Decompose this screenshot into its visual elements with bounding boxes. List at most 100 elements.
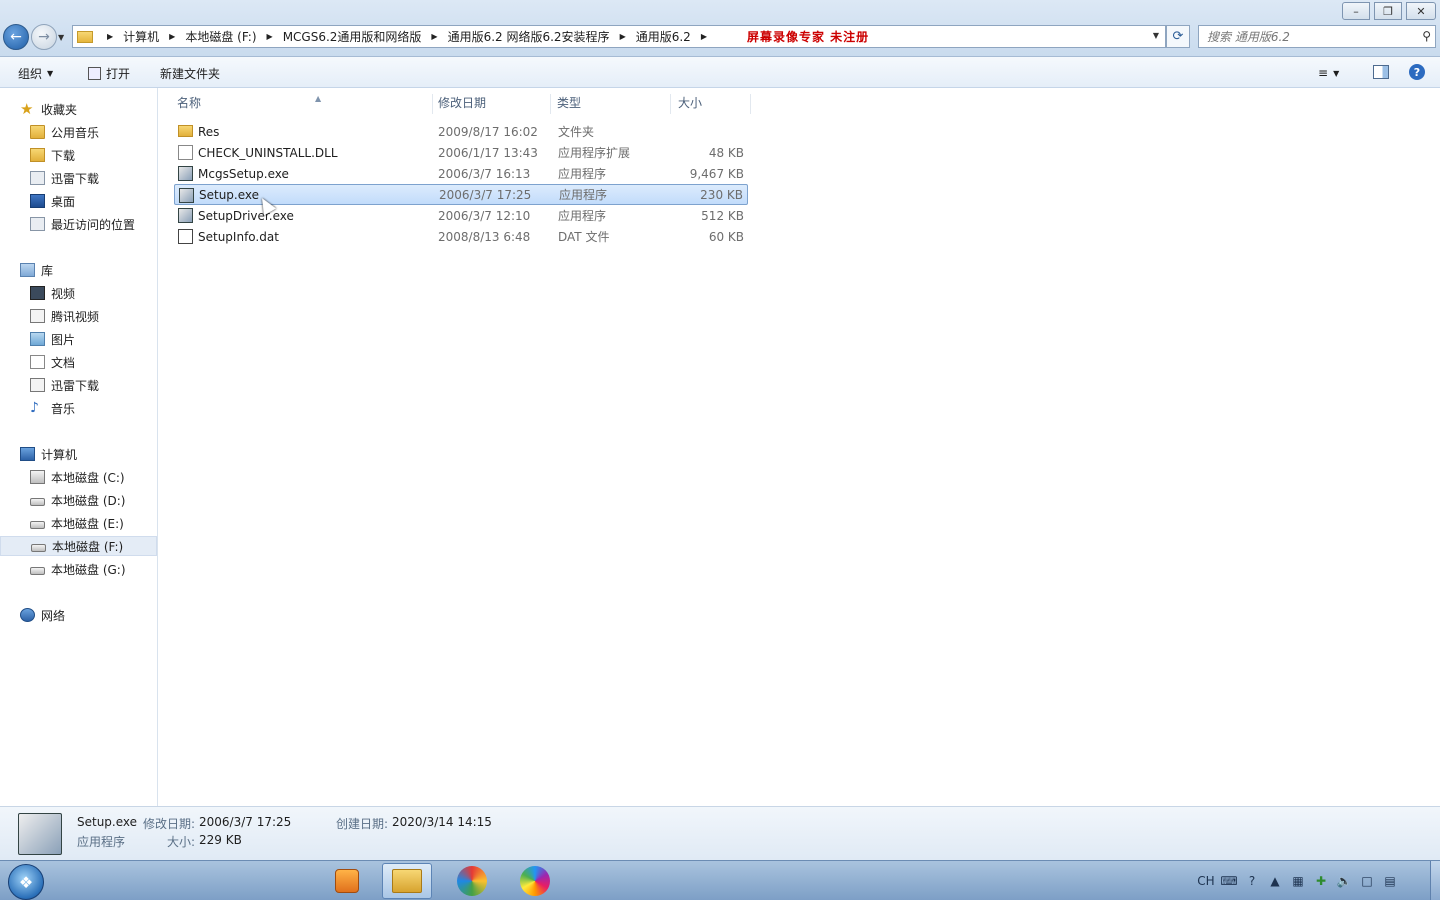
navigation-pane: ★ 收藏夹 公用音乐 下载 迅雷下载 桌面 最近访问的位置 库 视频 腾讯视频 图… xyxy=(0,88,158,806)
nav-item-drive-f[interactable]: 本地磁盘 (F:) xyxy=(0,536,157,556)
action-center-icon[interactable]: ▤ xyxy=(1382,874,1398,888)
input-language-indicator[interactable]: CH xyxy=(1197,874,1214,888)
setup-exe-icon xyxy=(178,166,193,181)
file-list[interactable]: 名称 ▲ 修改日期 类型 大小 Res 2009/8/17 16:02 文件夹 C… xyxy=(159,88,1440,806)
windows-logo-icon: ❖ xyxy=(18,872,34,892)
address-bar[interactable]: ▶ 计算机 ▶ 本地磁盘 (F:) ▶ MCGS6.2通用版和网络版 ▶ 通用版6.2… xyxy=(72,25,1166,48)
change-view-button[interactable]: ≡ ▼ xyxy=(1318,66,1339,80)
folder-icon xyxy=(30,125,45,139)
details-modified-value: 2006/3/7 17:25 xyxy=(199,815,292,829)
recent-pages-dropdown[interactable]: ▼ xyxy=(58,33,64,42)
nav-item-tencent-video[interactable]: 腾讯视频 xyxy=(0,306,157,326)
nav-item-thunder-downloads[interactable]: 迅雷下载 xyxy=(0,168,157,188)
refresh-button[interactable]: ⟳ xyxy=(1166,25,1190,48)
nav-item-desktop[interactable]: 桌面 xyxy=(0,191,157,211)
breadcrumb-chevron-icon[interactable]: ▶ xyxy=(107,32,113,41)
nav-computer[interactable]: 计算机 xyxy=(0,444,157,464)
taskbar-media-player[interactable] xyxy=(322,863,372,899)
hard-drive-icon xyxy=(31,544,46,552)
nav-item-videos[interactable]: 视频 xyxy=(0,283,157,303)
taskbar-360-browser[interactable] xyxy=(447,863,497,899)
window-titlebar: – ❐ ✕ ← → ▼ ▶ 计算机 ▶ 本地磁盘 (F:) ▶ MCGS6.2通用版… xyxy=(0,0,1440,57)
nav-item-drive-d[interactable]: 本地磁盘 (D:) xyxy=(0,490,157,510)
back-button[interactable]: ← xyxy=(3,24,29,50)
nav-item-drive-g[interactable]: 本地磁盘 (G:) xyxy=(0,559,157,579)
view-list-icon: ≡ xyxy=(1318,66,1329,80)
help-button[interactable]: ? xyxy=(1409,64,1425,80)
preview-pane-button[interactable] xyxy=(1373,65,1389,79)
maximize-button[interactable]: ❐ xyxy=(1374,2,1402,20)
column-header-date[interactable]: 修改日期 xyxy=(438,94,551,114)
setup-exe-icon xyxy=(179,188,194,203)
nav-item-lib-thunder-downloads[interactable]: 迅雷下载 xyxy=(0,375,157,395)
desktop-icon xyxy=(30,194,45,208)
breadcrumb-chevron-icon[interactable]: ▶ xyxy=(701,32,707,41)
volume-icon[interactable]: 🔈 xyxy=(1336,874,1352,888)
device-icon[interactable]: ▦ xyxy=(1290,874,1306,888)
nav-libraries[interactable]: 库 xyxy=(0,260,157,280)
help-icon[interactable]: ? xyxy=(1244,874,1260,888)
chrome-icon xyxy=(520,866,550,896)
sort-ascending-icon: ▲ xyxy=(315,94,322,103)
address-dropdown-icon[interactable]: ▼ xyxy=(1153,31,1159,40)
nav-item-documents[interactable]: 文档 xyxy=(0,352,157,372)
security-shield-icon[interactable]: ✚ xyxy=(1313,874,1329,888)
file-row-check-uninstall-dll[interactable]: CHECK_UNINSTALL.DLL 2006/1/17 13:43 应用程序… xyxy=(174,142,748,163)
start-button[interactable]: ❖ xyxy=(8,864,44,900)
file-row-mcgssetup-exe[interactable]: McgsSetup.exe 2006/3/7 16:13 应用程序 9,467 … xyxy=(174,163,748,184)
details-created-label: 创建日期: xyxy=(336,817,389,831)
breadcrumb-chevron-icon[interactable]: ▶ xyxy=(169,32,175,41)
breadcrumb-chevron-icon[interactable]: ▶ xyxy=(267,32,273,41)
forward-button[interactable]: → xyxy=(31,24,57,50)
breadcrumb-installer[interactable]: 通用版6.2 网络版6.2安装程序 ▶ xyxy=(448,28,636,45)
search-input[interactable]: 搜索 通用版6.2 ⚲ xyxy=(1198,25,1436,48)
show-desktop-button[interactable] xyxy=(1430,861,1440,900)
breadcrumb-mcgs[interactable]: MCGS6.2通用版和网络版 ▶ xyxy=(283,28,448,45)
nav-item-drive-e[interactable]: 本地磁盘 (E:) xyxy=(0,513,157,533)
breadcrumb-chevron-icon[interactable]: ▶ xyxy=(431,32,437,41)
show-hidden-icons-icon[interactable]: ▲ xyxy=(1267,874,1283,888)
column-header-size[interactable]: 大小 xyxy=(678,94,751,114)
open-button[interactable]: 打开 xyxy=(88,65,130,82)
folder-icon xyxy=(178,125,193,137)
browser-360-icon xyxy=(457,866,487,896)
details-created-value: 2020/3/14 14:15 xyxy=(392,815,492,829)
thunder-download-icon xyxy=(30,378,45,392)
network-status-icon[interactable]: □ xyxy=(1359,874,1375,888)
nav-item-public-music[interactable]: 公用音乐 xyxy=(0,122,157,142)
nav-item-music[interactable]: ♪ 音乐 xyxy=(0,398,157,418)
hard-drive-icon xyxy=(30,567,45,575)
search-icon[interactable]: ⚲ xyxy=(1422,29,1431,43)
breadcrumb-chevron-icon[interactable]: ▶ xyxy=(620,32,626,41)
column-header-name[interactable]: 名称 ▲ xyxy=(177,94,433,114)
libraries-icon xyxy=(20,263,35,277)
close-button[interactable]: ✕ xyxy=(1406,2,1436,20)
breadcrumb-drive-f[interactable]: 本地磁盘 (F:) ▶ xyxy=(185,28,282,45)
chevron-down-icon: ▼ xyxy=(47,69,54,78)
folder-icon xyxy=(77,30,93,43)
taskbar-chrome[interactable] xyxy=(510,863,560,899)
new-folder-button[interactable]: 新建文件夹 xyxy=(160,65,220,82)
nav-favorites[interactable]: ★ 收藏夹 xyxy=(0,99,157,119)
chevron-down-icon: ▼ xyxy=(1333,68,1340,78)
breadcrumb-current[interactable]: 通用版6.2 ▶ xyxy=(636,28,717,45)
file-row-res[interactable]: Res 2009/8/17 16:02 文件夹 xyxy=(174,121,748,142)
nav-network[interactable]: 网络 xyxy=(0,605,157,625)
column-header-type[interactable]: 类型 xyxy=(557,94,671,114)
breadcrumb-computer[interactable]: 计算机 ▶ xyxy=(123,28,185,45)
file-row-setupinfo-dat[interactable]: SetupInfo.dat 2008/8/13 6:48 DAT 文件 60 K… xyxy=(174,226,748,247)
tencent-video-icon xyxy=(30,309,45,323)
nav-item-recent-places[interactable]: 最近访问的位置 xyxy=(0,214,157,234)
nav-item-downloads[interactable]: 下载 xyxy=(0,145,157,165)
organize-button[interactable]: 组织 ▼ xyxy=(18,65,53,82)
keyboard-icon[interactable]: ⌨ xyxy=(1220,874,1237,888)
minimize-button[interactable]: – xyxy=(1342,2,1370,20)
nav-item-pictures[interactable]: 图片 xyxy=(0,329,157,349)
setup-exe-icon xyxy=(18,813,62,855)
open-icon xyxy=(88,67,101,80)
video-library-icon xyxy=(30,286,45,300)
system-drive-icon xyxy=(30,470,45,484)
taskbar-explorer[interactable] xyxy=(382,863,432,899)
nav-item-drive-c[interactable]: 本地磁盘 (C:) xyxy=(0,467,157,487)
hard-drive-icon xyxy=(30,521,45,529)
